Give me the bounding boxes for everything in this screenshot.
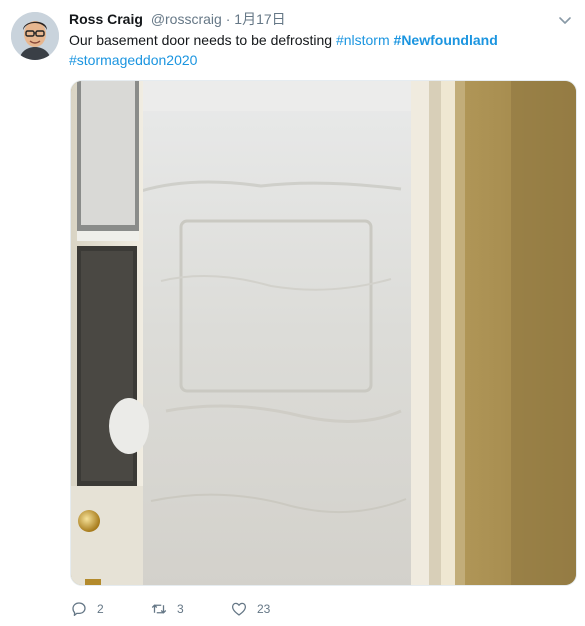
reply-count: 2 bbox=[97, 602, 104, 616]
reply-icon bbox=[72, 602, 86, 617]
avatar[interactable] bbox=[11, 12, 59, 60]
reply-button[interactable]: 2 bbox=[70, 600, 150, 618]
hashtag-newfoundland[interactable]: #Newfoundland bbox=[394, 32, 498, 48]
tweet-photo[interactable] bbox=[70, 80, 577, 586]
separator: · bbox=[225, 11, 231, 27]
tweet-actions: 2 3 23 bbox=[70, 598, 310, 620]
timestamp[interactable]: 1月17日 bbox=[234, 11, 285, 27]
tweet-text: Our basement door needs to be defrosting… bbox=[69, 30, 569, 70]
chevron-down-icon[interactable] bbox=[557, 12, 573, 28]
hashtag-stormageddon2020[interactable]: #stormageddon2020 bbox=[69, 52, 197, 68]
hashtag-nlstorm[interactable]: #nlstorm bbox=[336, 32, 390, 48]
retweet-button[interactable]: 3 bbox=[150, 600, 230, 618]
like-button[interactable]: 23 bbox=[230, 600, 310, 618]
like-count: 23 bbox=[257, 602, 271, 616]
handle[interactable]: @rosscraig bbox=[151, 11, 222, 27]
retweet-icon bbox=[151, 604, 167, 614]
tweet-text-plain: Our basement door needs to be defrosting bbox=[69, 32, 336, 48]
retweet-count: 3 bbox=[177, 602, 184, 616]
tweet-card[interactable]: Ross Craig @rosscraig · 1月17日 Our baseme… bbox=[0, 0, 585, 626]
tweet-header: Ross Craig @rosscraig · 1月17日 bbox=[69, 10, 555, 30]
heart-icon bbox=[231, 602, 247, 616]
display-name[interactable]: Ross Craig bbox=[69, 11, 143, 27]
